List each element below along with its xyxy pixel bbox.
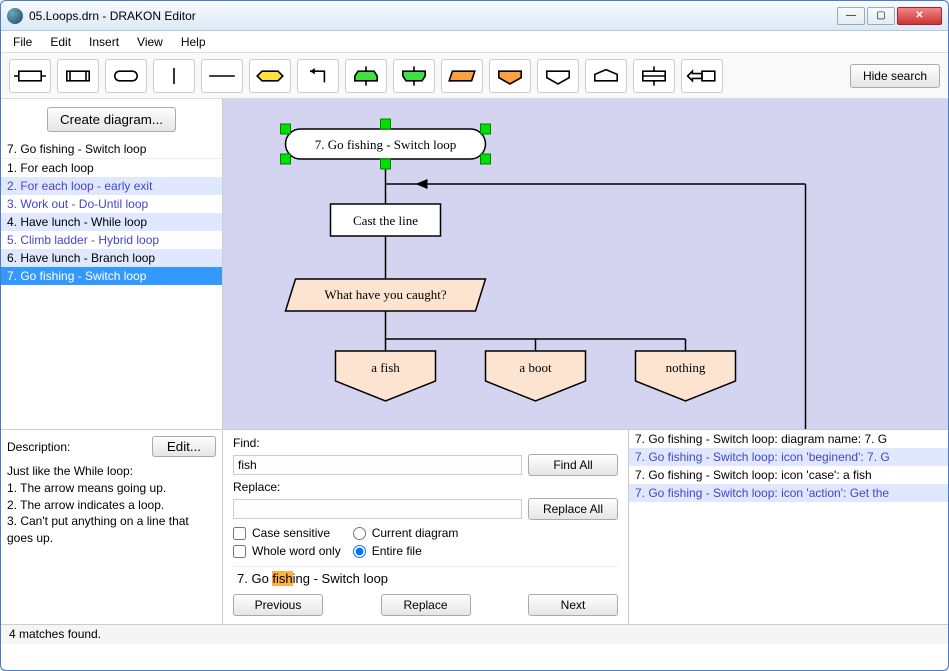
svg-text:What have you caught?: What have you caught? — [324, 287, 447, 302]
window-title: 05.Loops.drn - DRAKON Editor — [29, 9, 837, 23]
tool-horizontal-icon[interactable] — [201, 59, 243, 93]
replace-label: Replace: — [233, 480, 618, 494]
description-text: Just like the While loop: 1. The arrow m… — [7, 463, 216, 618]
statusbar: 4 matches found. — [1, 624, 948, 644]
tool-branch-icon[interactable] — [537, 59, 579, 93]
body-area: Create diagram... 7. Go fishing - Switch… — [1, 99, 948, 429]
create-diagram-button[interactable]: Create diagram... — [47, 107, 176, 132]
result-item[interactable]: 7. Go fishing - Switch loop: icon 'begin… — [629, 448, 948, 466]
diagram-list: 1. For each loop 2. For each loop - earl… — [1, 158, 222, 429]
tool-if-icon[interactable] — [249, 59, 291, 93]
menu-insert[interactable]: Insert — [81, 33, 127, 51]
list-item[interactable]: 1. For each loop — [1, 159, 222, 177]
titlebar: 05.Loops.drn - DRAKON Editor — ▢ ✕ — [1, 1, 948, 31]
svg-text:7. Go fishing - Switch loop: 7. Go fishing - Switch loop — [315, 137, 457, 152]
description-pane: Description: Edit... Just like the While… — [1, 430, 223, 624]
description-label: Description: — [7, 440, 70, 454]
sidebar-header: 7. Go fishing - Switch loop — [1, 140, 222, 158]
menubar: File Edit Insert View Help — [1, 31, 948, 53]
list-item[interactable]: 4. Have lunch - While loop — [1, 213, 222, 231]
replace-input[interactable] — [233, 499, 522, 519]
menu-edit[interactable]: Edit — [42, 33, 79, 51]
match-preview: 7. Go fishing - Switch loop — [233, 566, 618, 590]
tool-shelf-icon[interactable] — [633, 59, 675, 93]
window-controls: — ▢ ✕ — [837, 7, 942, 25]
menu-file[interactable]: File — [5, 33, 40, 51]
tool-address-icon[interactable] — [585, 59, 627, 93]
find-replace-pane: Find: Find All Replace: Replace All Case… — [223, 430, 628, 624]
lower-panels: Description: Edit... Just like the While… — [1, 429, 948, 624]
find-input[interactable] — [233, 455, 522, 475]
menu-view[interactable]: View — [129, 33, 171, 51]
close-button[interactable]: ✕ — [897, 7, 942, 25]
replace-all-button[interactable]: Replace All — [528, 498, 618, 520]
tool-loopstart-icon[interactable] — [345, 59, 387, 93]
result-item[interactable]: 7. Go fishing - Switch loop: diagram nam… — [629, 430, 948, 448]
window: 05.Loops.drn - DRAKON Editor — ▢ ✕ File … — [0, 0, 949, 671]
toolbar: Hide search — [1, 53, 948, 99]
maximize-button[interactable]: ▢ — [867, 7, 895, 25]
tool-insertion-icon[interactable] — [57, 59, 99, 93]
minimize-button[interactable]: — — [837, 7, 865, 25]
app-icon — [7, 8, 23, 24]
current-diagram-radio[interactable]: Current diagram — [353, 526, 459, 540]
svg-text:a boot: a boot — [519, 360, 552, 375]
tool-input-icon[interactable] — [681, 59, 723, 93]
entire-file-radio[interactable]: Entire file — [353, 544, 459, 558]
hide-search-button[interactable]: Hide search — [850, 64, 940, 88]
list-item[interactable]: 5. Climb ladder - Hybrid loop — [1, 231, 222, 249]
tool-beginend-icon[interactable] — [105, 59, 147, 93]
result-item[interactable]: 7. Go fishing - Switch loop: icon 'actio… — [629, 484, 948, 502]
sidebar: Create diagram... 7. Go fishing - Switch… — [1, 99, 223, 429]
result-item[interactable]: 7. Go fishing - Switch loop: icon 'case'… — [629, 466, 948, 484]
next-button[interactable]: Next — [528, 594, 618, 616]
menu-help[interactable]: Help — [173, 33, 214, 51]
canvas[interactable]: 7. Go fishing - Switch loop Cast the lin… — [223, 99, 948, 429]
list-item[interactable]: 3. Work out - Do-Until loop — [1, 195, 222, 213]
list-item[interactable]: 6. Have lunch - Branch loop — [1, 249, 222, 267]
svg-text:nothing: nothing — [666, 360, 706, 375]
tool-action-icon[interactable] — [9, 59, 51, 93]
tool-select-icon[interactable] — [441, 59, 483, 93]
results-pane: 7. Go fishing - Switch loop: diagram nam… — [628, 430, 948, 624]
case-sensitive-checkbox[interactable]: Case sensitive — [233, 526, 341, 540]
whole-word-checkbox[interactable]: Whole word only — [233, 544, 341, 558]
replace-button[interactable]: Replace — [381, 594, 471, 616]
find-label: Find: — [233, 436, 618, 450]
tool-loopend-icon[interactable] — [393, 59, 435, 93]
tool-vertical-icon[interactable] — [153, 59, 195, 93]
find-all-button[interactable]: Find All — [528, 454, 618, 476]
edit-description-button[interactable]: Edit... — [152, 436, 216, 457]
tool-case-icon[interactable] — [489, 59, 531, 93]
svg-text:a fish: a fish — [371, 360, 400, 375]
tool-arrow-icon[interactable] — [297, 59, 339, 93]
list-item[interactable]: 2. For each loop - early exit — [1, 177, 222, 195]
svg-text:Cast the line: Cast the line — [353, 213, 418, 228]
list-item-selected[interactable]: 7. Go fishing - Switch loop — [1, 267, 222, 285]
previous-button[interactable]: Previous — [233, 594, 323, 616]
